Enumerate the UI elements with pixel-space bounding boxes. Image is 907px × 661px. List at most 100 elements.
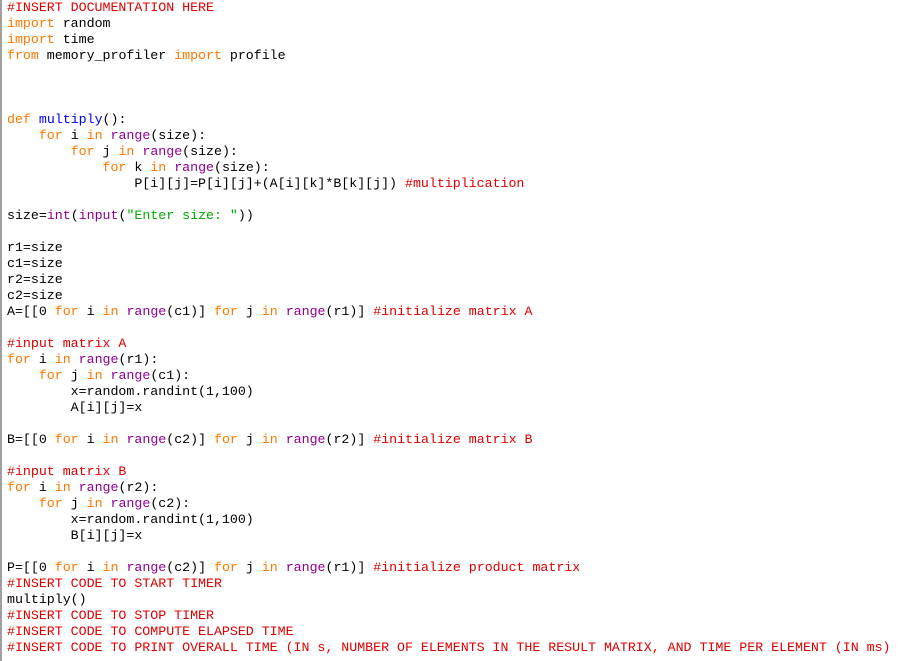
keyword-token: in	[261, 560, 278, 575]
code-line: import time	[7, 32, 891, 48]
code-token: j	[62, 368, 87, 383]
code-token: ))	[237, 208, 254, 223]
code-token: c1=size	[7, 256, 63, 271]
code-text-area[interactable]: #INSERT DOCUMENTATION HERE import random i…	[7, 0, 891, 656]
code-line: for i in range(size):	[7, 128, 891, 144]
builtin-token: range	[142, 144, 183, 159]
code-line: c2=size	[7, 288, 891, 304]
code-token: (	[70, 208, 79, 223]
code-token: (c1):	[150, 368, 191, 383]
comment-token: #INSERT CODE TO STOP TIMER	[7, 608, 214, 623]
keyword-token: in	[102, 560, 119, 575]
code-token: (r1)]	[325, 560, 374, 575]
keyword-token: for	[54, 560, 79, 575]
comment-token: #input matrix A	[7, 336, 127, 351]
keyword-token: in	[102, 432, 119, 447]
function-name-token: multiply	[38, 112, 103, 127]
code-token: c2=size	[7, 288, 63, 303]
code-line: x=random.randint(1,100)	[7, 512, 891, 528]
comment-token: #initialize matrix B	[373, 432, 533, 447]
code-token: A=[[0	[7, 304, 55, 319]
builtin-token: range	[110, 496, 151, 511]
builtin-token: range	[110, 368, 151, 383]
code-token: multiply()	[7, 592, 87, 607]
code-token: (c2):	[150, 496, 191, 511]
keyword-token: for	[54, 432, 79, 447]
code-token: x=random.randint(1,100)	[7, 384, 254, 399]
keyword-token: for	[214, 432, 238, 447]
keyword-token: import	[174, 48, 222, 63]
code-token: i	[30, 480, 55, 495]
code-token: B=[[0	[7, 432, 55, 447]
keyword-token: for	[54, 304, 79, 319]
code-token: (size):	[214, 160, 270, 175]
code-line: r1=size	[7, 240, 891, 256]
code-line: def multiply():	[7, 112, 891, 128]
keyword-token: in	[261, 304, 278, 319]
code-editor[interactable]: #INSERT DOCUMENTATION HERE import random i…	[0, 0, 907, 661]
code-token: (c2)]	[166, 432, 215, 447]
code-line: for i in range(r2):	[7, 480, 891, 496]
keyword-token: in	[150, 160, 167, 175]
keyword-token: for	[38, 368, 63, 383]
code-line: #INSERT CODE TO COMPUTE ELAPSED TIME	[7, 624, 891, 640]
code-token: (size):	[182, 144, 238, 159]
code-line: #INSERT CODE TO START TIMER	[7, 576, 891, 592]
keyword-token: for	[214, 560, 238, 575]
code-token: (r1):	[118, 352, 159, 367]
builtin-token: range	[126, 304, 167, 319]
keyword-token: in	[54, 352, 71, 367]
comment-token: #INSERT CODE TO COMPUTE ELAPSED TIME	[7, 624, 294, 639]
code-token: j	[62, 496, 87, 511]
comment-token: #INSERT CODE TO START TIMER	[7, 576, 222, 591]
code-token: size=	[7, 208, 47, 223]
comment-token: #INSERT DOCUMENTATION HERE	[7, 0, 214, 15]
code-line: #INSERT CODE TO PRINT OVERALL TIME (IN s…	[7, 640, 891, 656]
builtin-token: range	[285, 304, 326, 319]
builtin-token: range	[174, 160, 214, 175]
code-token: (c1)]	[166, 304, 215, 319]
code-token: profile	[221, 48, 286, 63]
code-line: #INSERT DOCUMENTATION HERE	[7, 0, 891, 16]
code-line: for j in range(size):	[7, 144, 891, 160]
keyword-token: def	[7, 112, 31, 127]
code-line: from memory_profiler import profile	[7, 48, 891, 64]
builtin-token: range	[126, 432, 167, 447]
builtin-token: range	[78, 352, 119, 367]
code-token: random	[54, 16, 111, 31]
code-token: time	[54, 32, 95, 47]
code-line: #input matrix A	[7, 336, 891, 352]
builtin-token: range	[285, 432, 326, 447]
builtin-token: range	[110, 128, 151, 143]
code-token: i	[78, 432, 103, 447]
builtin-token: range	[78, 480, 119, 495]
code-token: P=[[0	[7, 560, 55, 575]
code-token: (c2)]	[166, 560, 215, 575]
keyword-token: for	[38, 128, 63, 143]
keyword-token: from	[7, 48, 39, 63]
comment-token: #multiplication	[404, 176, 525, 191]
code-line: for j in range(c2):	[7, 496, 891, 512]
code-line: B=[[0 for i in range(c2)] for j in range…	[7, 432, 891, 448]
code-token: (r2):	[118, 480, 159, 495]
keyword-token: in	[261, 432, 278, 447]
code-token: A[i][j]=x	[7, 400, 143, 415]
code-line: import random	[7, 16, 891, 32]
builtin-token: int	[46, 208, 71, 223]
code-token: (r1)]	[325, 304, 374, 319]
code-token: memory_profiler	[38, 48, 175, 63]
code-line: P=[[0 for i in range(c2)] for j in range…	[7, 560, 891, 576]
string-token: "Enter size: "	[126, 208, 238, 223]
